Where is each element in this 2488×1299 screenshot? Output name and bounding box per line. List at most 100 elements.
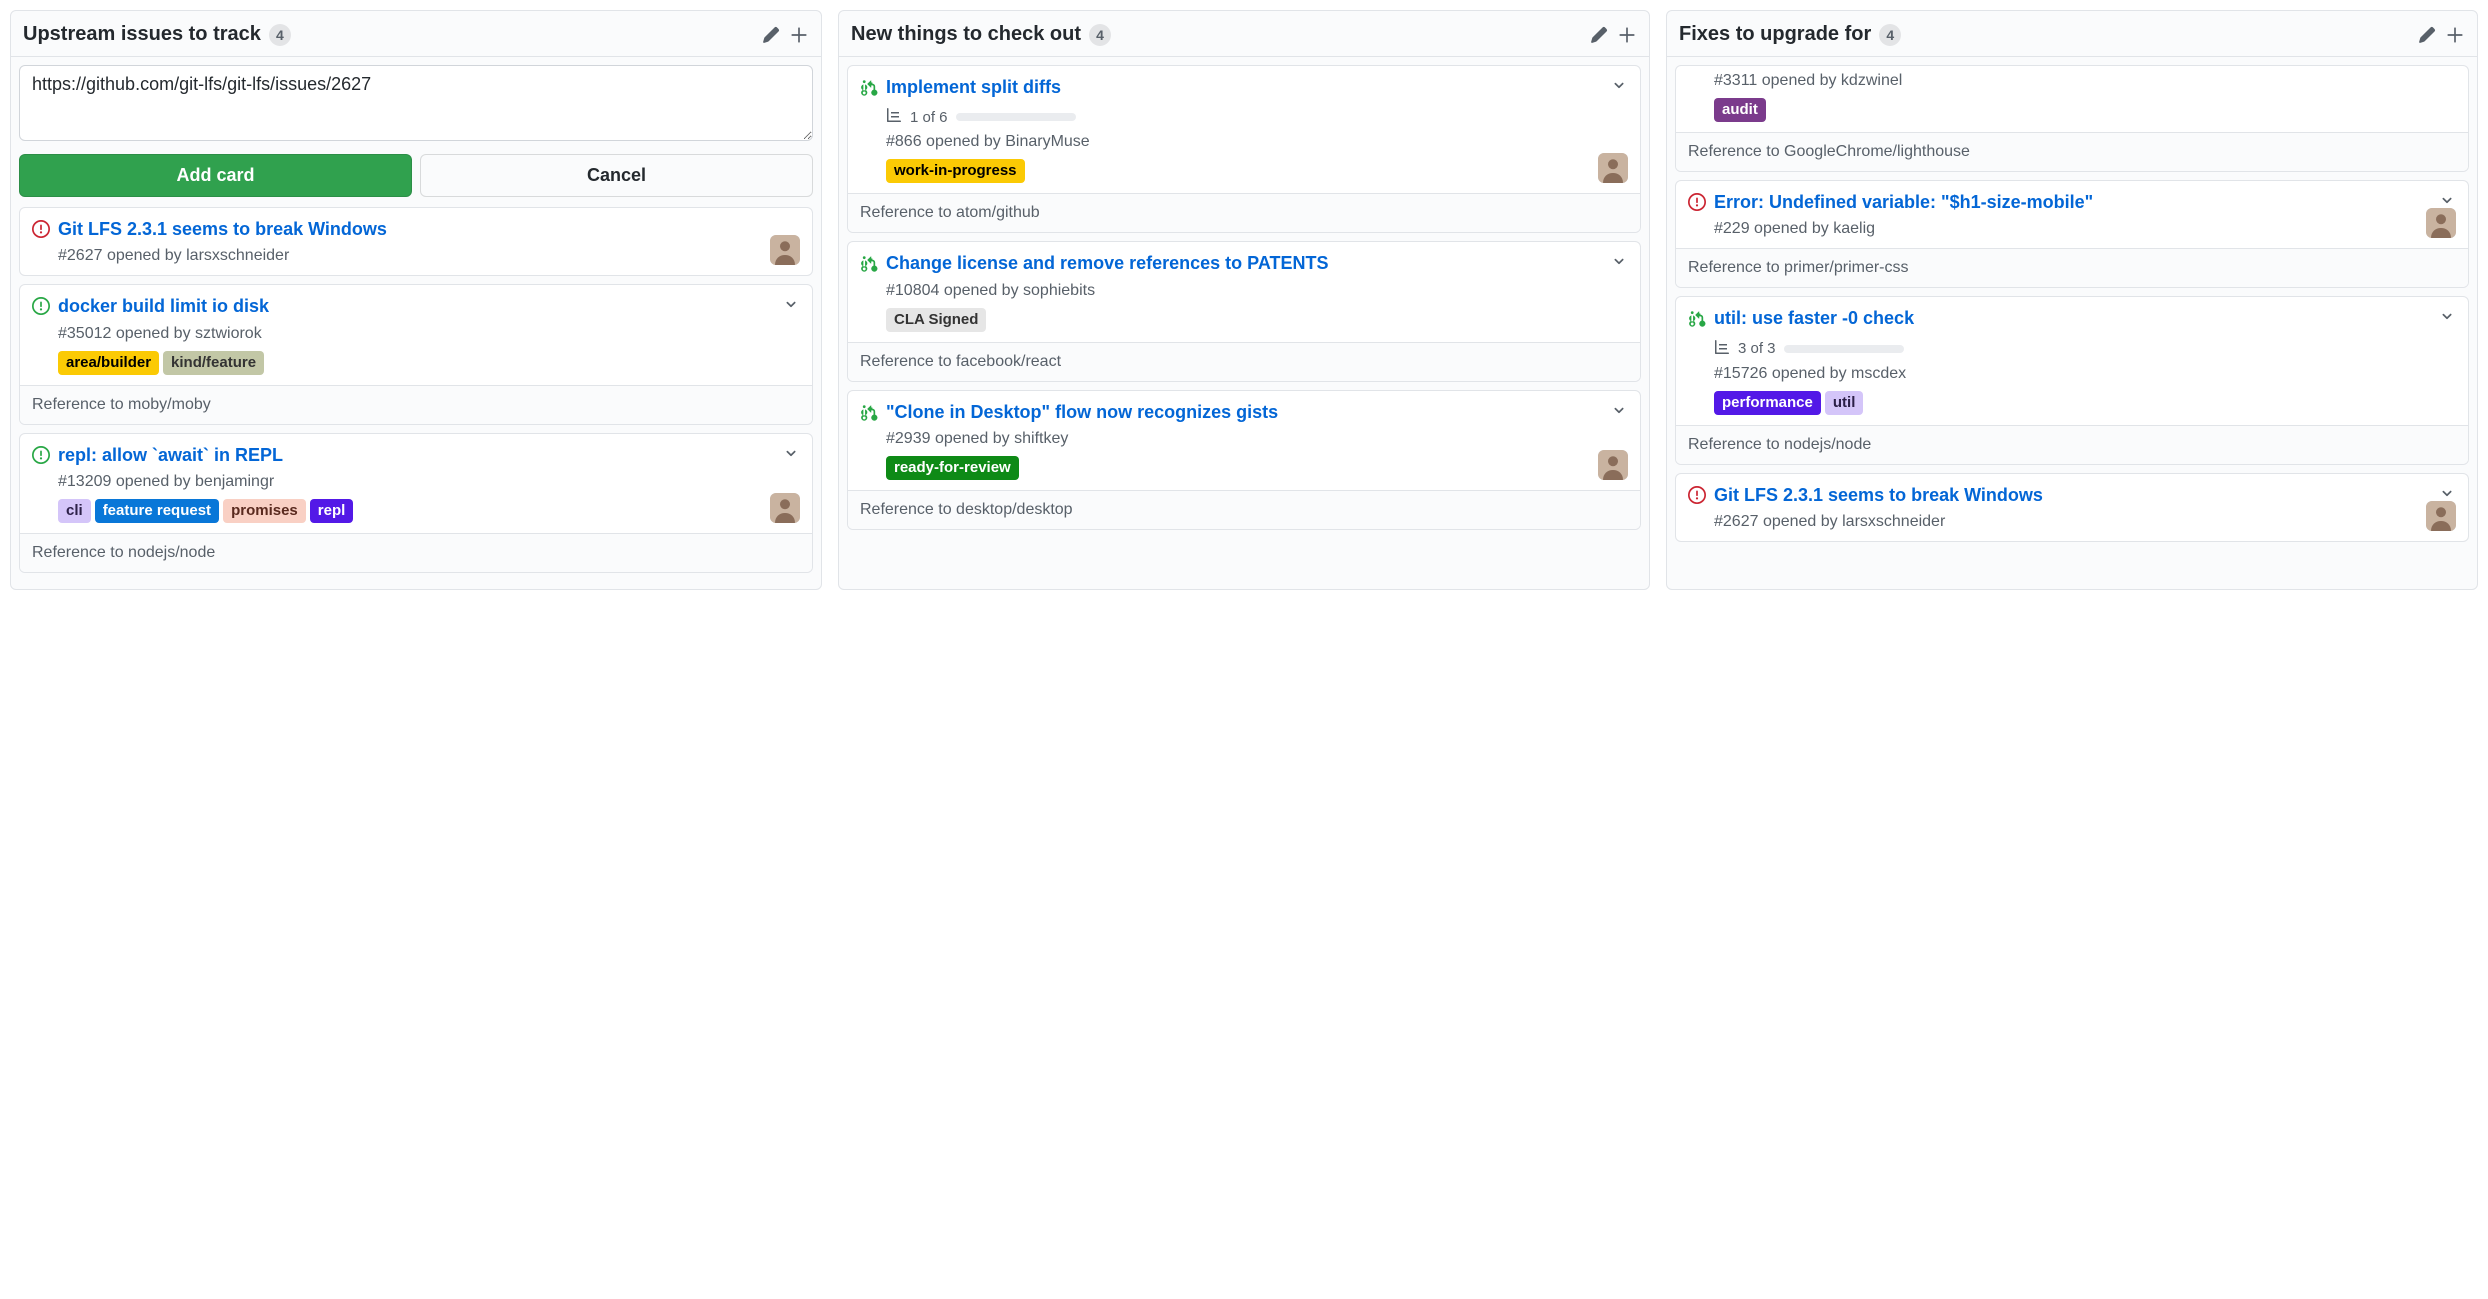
column-count-badge: 4 <box>1089 24 1111 46</box>
checklist-progress: 1 of 6 <box>886 107 1628 127</box>
card-meta: #2939 opened by shiftkey <box>886 430 1628 448</box>
project-card[interactable]: repl: allow `await` in REPL #13209 opened… <box>19 433 813 573</box>
chevron-down-icon[interactable] <box>1610 401 1628 419</box>
label[interactable]: performance <box>1714 391 1821 415</box>
card-meta: #2627 opened by larsxschneider <box>1714 513 2456 531</box>
chevron-down-icon[interactable] <box>2438 191 2456 209</box>
label[interactable]: kind/feature <box>163 351 264 375</box>
label[interactable]: repl <box>310 499 354 523</box>
labels-row: work-in-progress <box>886 159 1628 183</box>
card-title[interactable]: Git LFS 2.3.1 seems to break Windows <box>1714 484 2430 507</box>
column-title: Fixes to upgrade for <box>1679 23 1871 46</box>
column-count-badge: 4 <box>1879 24 1901 46</box>
project-card[interactable]: util: use faster -0 check 3 of 3 #15726 op… <box>1675 296 2469 464</box>
add-card-button[interactable]: Add card <box>19 154 412 197</box>
label[interactable]: util <box>1825 391 1864 415</box>
issue-open-icon <box>32 297 50 315</box>
label[interactable]: ready-for-review <box>886 456 1019 480</box>
column-title: New things to check out <box>851 23 1081 46</box>
column-header: Fixes to upgrade for 4 <box>1667 11 2477 57</box>
label[interactable]: work-in-progress <box>886 159 1025 183</box>
pull-request-open-icon <box>860 78 878 96</box>
issue-open-icon <box>32 446 50 464</box>
add-card-input[interactable]: https://github.com/git-lfs/git-lfs/issue… <box>19 65 813 141</box>
chevron-down-icon[interactable] <box>782 444 800 462</box>
card-title[interactable]: Implement split diffs <box>886 76 1602 99</box>
project-card[interactable]: Error: Undefined variable: "$h1-size-mob… <box>1675 180 2469 288</box>
issue-closed-icon <box>32 220 50 238</box>
column-count-badge: 4 <box>269 24 291 46</box>
labels-row: CLA Signed <box>886 308 1628 332</box>
column-header: Upstream issues to track 4 <box>11 11 821 57</box>
label[interactable]: audit <box>1714 98 1766 122</box>
plus-icon[interactable] <box>1617 25 1637 45</box>
label[interactable]: cli <box>58 499 91 523</box>
card-meta: #15726 opened by mscdex <box>1714 365 2456 383</box>
chevron-down-icon[interactable] <box>1610 76 1628 94</box>
cancel-button[interactable]: Cancel <box>420 154 813 197</box>
card-title[interactable]: util: use faster -0 check <box>1714 307 2430 330</box>
label[interactable]: feature request <box>95 499 219 523</box>
project-card[interactable]: Implement split diffs 1 of 6 #866 opened b… <box>847 65 1641 233</box>
issue-closed-icon <box>1688 486 1706 504</box>
checklist-icon <box>1714 339 1730 359</box>
pencil-icon[interactable] <box>2417 25 2437 45</box>
card-reference: Reference to GoogleChrome/lighthouse <box>1676 132 2468 171</box>
column-body: #3311 opened by kdzwinelauditReference t… <box>1667 57 2477 589</box>
column-title: Upstream issues to track <box>23 23 261 46</box>
avatar[interactable] <box>1598 153 1628 183</box>
chevron-down-icon[interactable] <box>2438 307 2456 325</box>
project-card[interactable]: "Clone in Desktop" flow now recognizes g… <box>847 390 1641 530</box>
card-reference: Reference to desktop/desktop <box>848 490 1640 529</box>
avatar[interactable] <box>2426 208 2456 238</box>
card-meta: #866 opened by BinaryMuse <box>886 133 1628 151</box>
card-title[interactable]: Error: Undefined variable: "$h1-size-mob… <box>1714 191 2430 214</box>
labels-row: clifeature requestpromisesrepl <box>58 499 800 523</box>
card-title[interactable]: docker build limit io disk <box>58 295 774 318</box>
project-column: Upstream issues to track 4 https://github.… <box>10 10 822 590</box>
card-title[interactable]: Git LFS 2.3.1 seems to break Windows <box>58 218 800 241</box>
avatar[interactable] <box>2426 501 2456 531</box>
avatar[interactable] <box>1598 450 1628 480</box>
chevron-down-icon[interactable] <box>782 295 800 313</box>
card-meta: #13209 opened by benjamingr <box>58 473 800 491</box>
project-card[interactable]: Git LFS 2.3.1 seems to break Windows #262… <box>1675 473 2469 542</box>
project-card[interactable]: #3311 opened by kdzwinelauditReference t… <box>1675 65 2469 172</box>
column-header: New things to check out 4 <box>839 11 1649 57</box>
issue-closed-icon <box>1688 193 1706 211</box>
checklist-progress: 3 of 3 <box>1714 339 2456 359</box>
pencil-icon[interactable] <box>761 25 781 45</box>
project-card[interactable]: Change license and remove references to … <box>847 241 1641 381</box>
project-card[interactable]: Git LFS 2.3.1 seems to break Windows #262… <box>19 207 813 276</box>
card-title[interactable]: repl: allow `await` in REPL <box>58 444 774 467</box>
card-reference: Reference to nodejs/node <box>1676 425 2468 464</box>
checklist-icon <box>886 107 902 127</box>
labels-row: ready-for-review <box>886 456 1628 480</box>
add-card-form: https://github.com/git-lfs/git-lfs/issue… <box>19 65 813 197</box>
chevron-down-icon[interactable] <box>1610 252 1628 270</box>
chevron-down-icon[interactable] <box>2438 484 2456 502</box>
project-column: Fixes to upgrade for 4 #3311 opened by kdz… <box>1666 10 2478 590</box>
label[interactable]: area/builder <box>58 351 159 375</box>
card-reference: Reference to facebook/react <box>848 342 1640 381</box>
project-card[interactable]: docker build limit io disk#35012 opened … <box>19 284 813 424</box>
plus-icon[interactable] <box>2445 25 2465 45</box>
pencil-icon[interactable] <box>1589 25 1609 45</box>
progress-text: 1 of 6 <box>910 109 948 126</box>
column-body: Implement split diffs 1 of 6 #866 opened b… <box>839 57 1649 589</box>
pull-request-open-icon <box>860 403 878 421</box>
avatar[interactable] <box>770 235 800 265</box>
card-meta: #229 opened by kaelig <box>1714 220 2456 238</box>
label[interactable]: promises <box>223 499 306 523</box>
card-reference: Reference to atom/github <box>848 193 1640 232</box>
progress-bar <box>1784 345 1904 353</box>
label[interactable]: CLA Signed <box>886 308 986 332</box>
card-title[interactable]: Change license and remove references to … <box>886 252 1602 275</box>
plus-icon[interactable] <box>789 25 809 45</box>
pull-request-open-icon <box>860 254 878 272</box>
avatar[interactable] <box>770 493 800 523</box>
column-body: https://github.com/git-lfs/git-lfs/issue… <box>11 57 821 589</box>
card-meta: #2627 opened by larsxschneider <box>58 247 800 265</box>
card-reference: Reference to primer/primer-css <box>1676 248 2468 287</box>
card-title[interactable]: "Clone in Desktop" flow now recognizes g… <box>886 401 1602 424</box>
